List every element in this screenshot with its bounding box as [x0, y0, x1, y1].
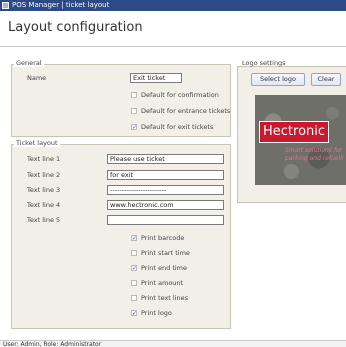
checkbox-box[interactable]: ✓: [131, 265, 137, 272]
logo-preview: Hectronic Smart solutions for parking an…: [255, 95, 346, 185]
text-line-2-label: Text line 2: [27, 171, 61, 179]
checkbox-box[interactable]: [131, 108, 137, 114]
checkbox-box[interactable]: ✓: [131, 124, 137, 131]
text-line-1-input[interactable]: Please use ticket: [107, 154, 224, 164]
hectronic-logo-text: Hectronic: [259, 121, 330, 143]
text-line-4-label: Text line 4: [27, 201, 61, 209]
window-title: POS Manager | ticket layout: [12, 1, 110, 9]
text-line-5-input[interactable]: [107, 215, 224, 225]
text-line-3-label: Text line 3: [27, 186, 61, 194]
logo-settings-group-title: Logo settings: [242, 59, 286, 67]
text-line-3-input[interactable]: ------------------------: [107, 185, 224, 195]
checkbox-label: Print barcode: [141, 234, 185, 242]
text-line-1-label: Text line 1: [27, 155, 61, 163]
checkbox-label: Print amount: [141, 279, 184, 287]
text-line-4-input[interactable]: www.hectronic.com: [107, 200, 224, 210]
text-line-5-label: Text line 5: [27, 216, 61, 224]
status-bar: User: Admin, Role: Administrator: [0, 340, 346, 347]
checkbox-box[interactable]: [131, 92, 137, 98]
ticket-layout-group-title: Ticket layout: [14, 139, 60, 147]
checkbox-box[interactable]: [131, 250, 137, 256]
checkbox-label: Print end time: [141, 264, 188, 272]
name-input[interactable]: Exit ticket: [130, 73, 182, 83]
select-logo-button[interactable]: Select logo: [251, 73, 305, 86]
checkbox-label: Default for exit tickets: [141, 123, 214, 131]
app-icon: [2, 2, 9, 9]
text-line-2-input[interactable]: for exit: [107, 170, 224, 180]
checkbox-label: Print text lines: [141, 294, 189, 302]
name-label: Name: [27, 74, 47, 82]
logo-tagline-line-2: parking and refuelli: [285, 155, 344, 162]
general-group-title: General: [14, 59, 44, 67]
checkbox-box[interactable]: ✓: [131, 235, 137, 242]
page-title: Layout configuration: [8, 20, 143, 35]
checkbox-label: Default for entrance tickets: [141, 107, 231, 115]
window-titlebar: POS Manager | ticket layout: [0, 0, 346, 11]
checkbox-box[interactable]: [131, 295, 137, 301]
checkbox-label: Default for confirmation: [141, 91, 219, 99]
logo-tagline: Smart solutions for parking and refuelli: [285, 147, 344, 163]
checkbox-box[interactable]: ✓: [131, 310, 137, 317]
checkbox-label: Print logo: [141, 309, 172, 317]
header-divider: [0, 46, 346, 47]
logo-tagline-line-1: Smart solutions for: [285, 147, 343, 154]
checkbox-label: Print start time: [141, 249, 190, 257]
clear-logo-button[interactable]: Clear: [311, 73, 341, 86]
checkbox-box[interactable]: [131, 280, 137, 286]
